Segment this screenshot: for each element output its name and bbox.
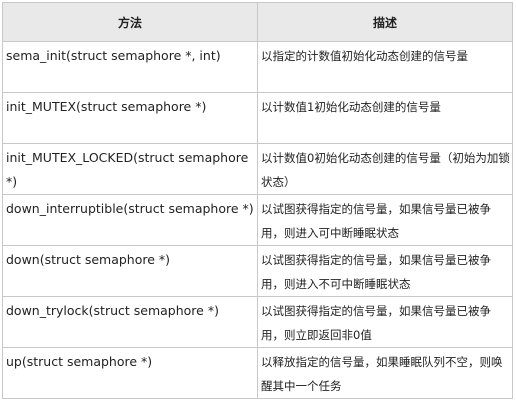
- table-row: init_MUTEX_LOCKED(struct semaphore *) 以计…: [2, 143, 513, 195]
- description-cell: 以计数值1初始化动态创建的信号量: [257, 92, 513, 144]
- method-cell: down_interruptible(struct semaphore *): [2, 194, 258, 246]
- method-cell: init_MUTEX(struct semaphore *): [2, 92, 258, 144]
- method-cell: down(struct semaphore *): [2, 245, 258, 297]
- method-column-header: 方法: [2, 2, 258, 42]
- description-cell: 以释放指定的信号量，如果睡眠队列不空，则唤醒其中一个任务: [257, 347, 513, 399]
- table-row: down_trylock(struct semaphore *) 以试图获得指定…: [2, 296, 513, 348]
- table-row: init_MUTEX(struct semaphore *) 以计数值1初始化动…: [2, 92, 513, 144]
- description-cell: 以计数值0初始化动态创建的信号量（初始为加锁状态）: [257, 143, 513, 195]
- table-row: down_interruptible(struct semaphore *) 以…: [2, 194, 513, 246]
- table-row: sema_init(struct semaphore *, int) 以指定的计…: [2, 41, 513, 93]
- table-row: down(struct semaphore *) 以试图获得指定的信号量，如果信…: [2, 245, 513, 297]
- description-column-header: 描述: [257, 2, 513, 42]
- method-cell: down_trylock(struct semaphore *): [2, 296, 258, 348]
- description-cell: 以指定的计数值初始化动态创建的信号量: [257, 41, 513, 93]
- semaphore-api-table: 方法 描述 sema_init(struct semaphore *, int)…: [2, 2, 513, 399]
- table-row: up(struct semaphore *) 以释放指定的信号量，如果睡眠队列不…: [2, 347, 513, 399]
- method-cell: init_MUTEX_LOCKED(struct semaphore *): [2, 143, 258, 195]
- description-cell: 以试图获得指定的信号量，如果信号量已被争用，则进入不可中断睡眠状态: [257, 245, 513, 297]
- description-cell: 以试图获得指定的信号量，如果信号量已被争用，则进入可中断睡眠状态: [257, 194, 513, 246]
- method-cell: sema_init(struct semaphore *, int): [2, 41, 258, 93]
- description-cell: 以试图获得指定的信号量，如果信号量已被争用，则立即返回非0值: [257, 296, 513, 348]
- method-cell: up(struct semaphore *): [2, 347, 258, 399]
- table-header-row: 方法 描述: [2, 2, 513, 42]
